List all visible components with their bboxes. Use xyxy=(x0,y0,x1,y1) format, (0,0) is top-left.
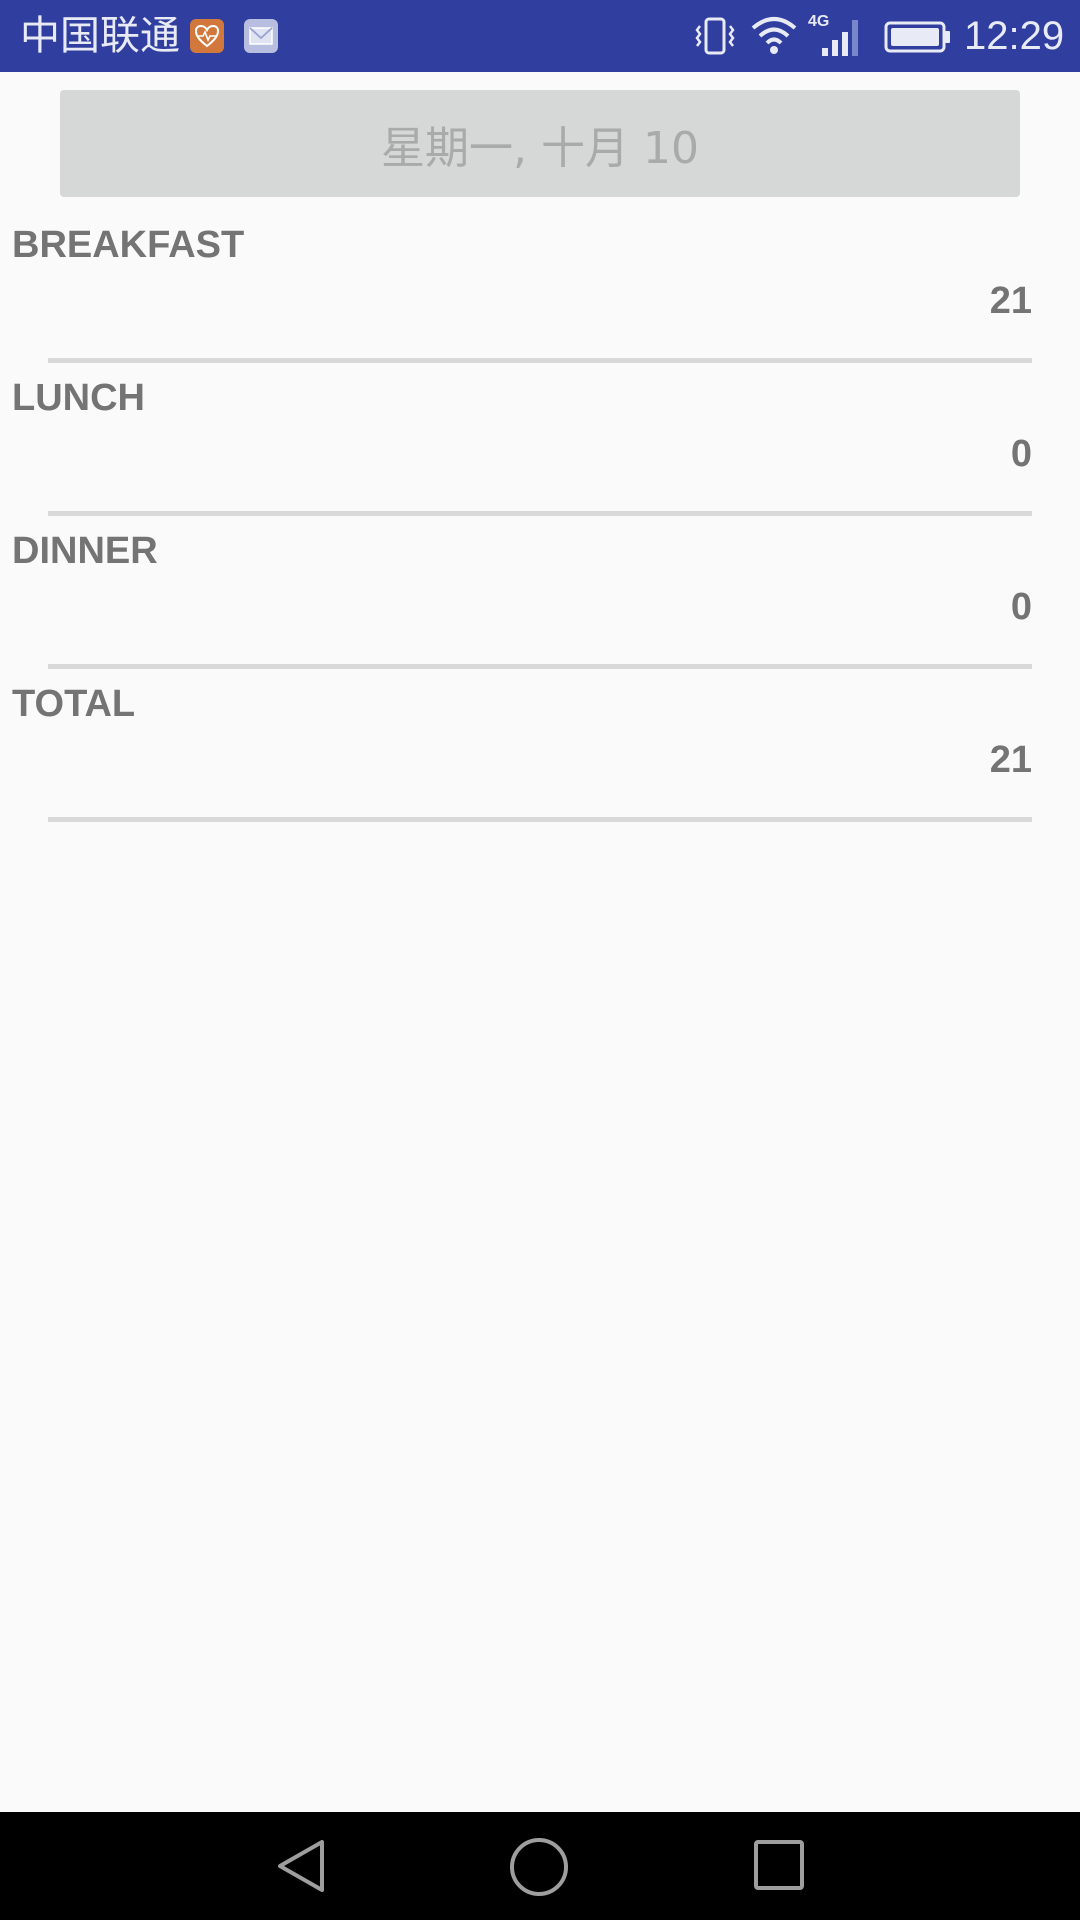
meal-value: 0 xyxy=(1010,586,1032,628)
meal-row-breakfast: BREAKFAST 21 xyxy=(0,222,1080,375)
health-app-icon xyxy=(190,19,224,53)
divider xyxy=(48,817,1032,822)
recent-apps-icon[interactable] xyxy=(752,1838,806,1897)
carrier-name: 中国联通 xyxy=(20,13,180,59)
divider xyxy=(48,511,1032,516)
meal-label: LUNCH xyxy=(12,377,145,419)
signal-icon: 4G xyxy=(806,10,868,65)
status-bar: 中国联通 4G 12:29 xyxy=(0,0,1080,72)
meal-label: DINNER xyxy=(12,530,158,572)
meal-row-lunch: LUNCH 0 xyxy=(0,375,1080,528)
meal-value: 21 xyxy=(989,280,1032,322)
date-label: 星期一, 十月 10 xyxy=(381,122,699,174)
vibrate-icon xyxy=(692,16,738,61)
status-clock: 12:29 xyxy=(964,14,1065,58)
meal-value: 21 xyxy=(989,739,1032,781)
date-picker-button[interactable]: 星期一, 十月 10 xyxy=(60,90,1020,197)
meal-row-total: TOTAL 21 xyxy=(0,681,1080,834)
back-icon[interactable] xyxy=(272,1836,330,1901)
home-icon[interactable] xyxy=(508,1836,570,1903)
meal-row-dinner: DINNER 0 xyxy=(0,528,1080,681)
network-type: 4G xyxy=(808,13,829,30)
divider xyxy=(48,358,1032,363)
battery-icon xyxy=(884,20,952,59)
divider xyxy=(48,664,1032,669)
wifi-icon xyxy=(750,14,798,61)
meal-label: BREAKFAST xyxy=(12,224,245,266)
meal-value: 0 xyxy=(1010,433,1032,475)
mail-icon xyxy=(244,19,278,53)
meal-label: TOTAL xyxy=(12,683,136,725)
